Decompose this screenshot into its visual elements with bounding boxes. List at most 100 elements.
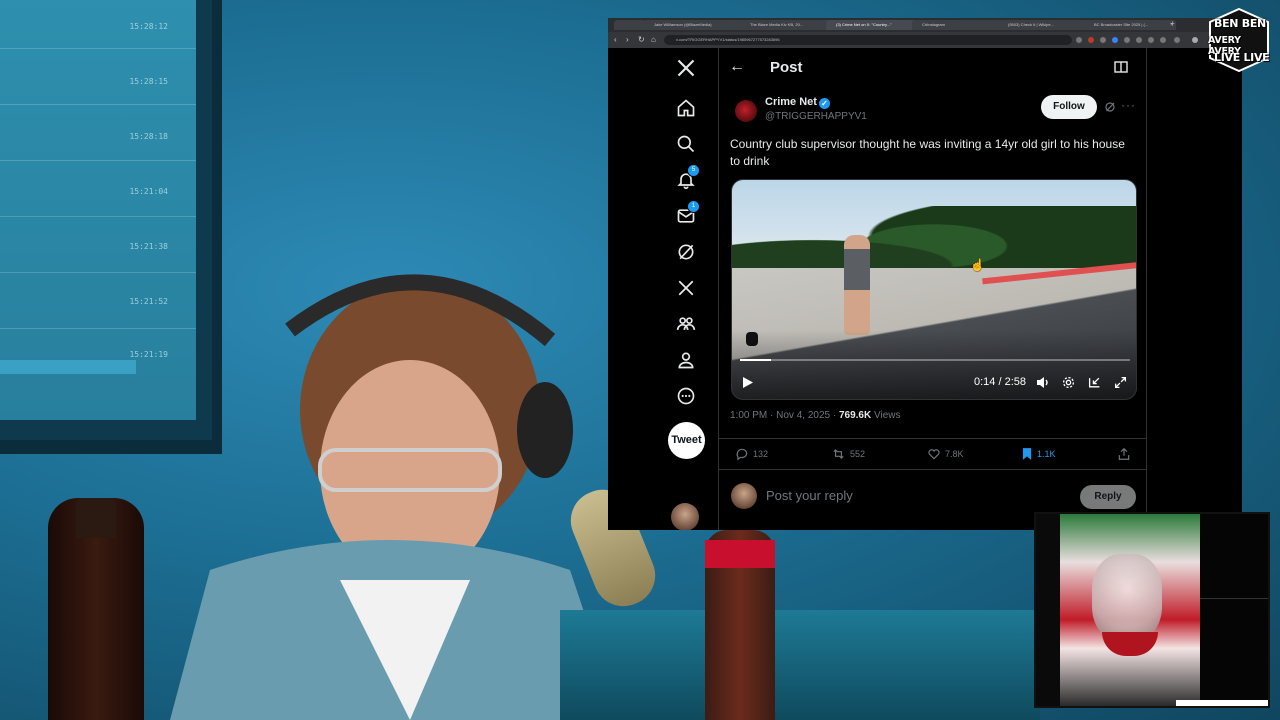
home-button-icon[interactable]: ⌂: [651, 35, 656, 44]
play-icon[interactable]: [742, 376, 754, 389]
tab-crime-net[interactable]: (3) Crime Net on X: "Country..."✕: [826, 20, 918, 30]
notifications-icon[interactable]: 5: [674, 164, 700, 192]
video-timestamp: 0:14 / 2:58: [974, 376, 1026, 388]
extension-icon[interactable]: [1076, 37, 1082, 43]
bookmark-action[interactable]: 1.1K: [1021, 447, 1056, 461]
premium-x-icon[interactable]: [674, 276, 698, 300]
more-options-icon[interactable]: [674, 384, 698, 408]
account-avatar[interactable]: [671, 503, 699, 530]
volume-icon[interactable]: [1036, 376, 1050, 389]
video-frame-person: [844, 235, 870, 335]
view-count: 769.6K: [838, 410, 872, 421]
grok-explain-icon[interactable]: [1104, 101, 1116, 113]
back-arrow-icon[interactable]: ‹: [614, 35, 617, 44]
tab-label: BC Broadcaster Site 2025 | (...: [1094, 22, 1149, 27]
overlay-dark-panel: [1200, 514, 1268, 706]
monitor-row-divider: [0, 48, 196, 49]
author-name-text: Crime Net: [765, 96, 817, 108]
bottle-neck: [76, 498, 116, 538]
heart-icon: [928, 449, 940, 460]
tab-kiv-kb[interactable]: The Blaze Media Kiv KB, 20...✕: [740, 20, 832, 30]
browser-window: Jake Williamson (@BlazeMedia)✕ The Blaze…: [608, 18, 1242, 530]
reload-icon[interactable]: ↻: [638, 35, 645, 44]
communities-icon[interactable]: [674, 312, 698, 336]
video-controls-shade: [732, 330, 1136, 399]
x-logo-icon[interactable]: [674, 56, 698, 80]
overlay-video-thumbnail: [1034, 512, 1270, 708]
share-action[interactable]: [1117, 447, 1131, 461]
monitor-progress-bar: [0, 360, 136, 374]
extension-icon[interactable]: [1174, 37, 1180, 43]
forward-arrow-icon[interactable]: ›: [626, 35, 629, 44]
like-action[interactable]: 7.8K: [927, 447, 964, 461]
search-icon[interactable]: [674, 132, 698, 156]
post-text: Country club supervisor thought he was i…: [730, 137, 1125, 168]
page-title: Post: [770, 59, 803, 76]
verified-badge-icon: ✓: [818, 98, 830, 109]
streamer-silhouette: [170, 274, 620, 720]
author-name[interactable]: Crime Net ✓: [765, 96, 830, 109]
extension-icon[interactable]: [1148, 37, 1154, 43]
tweet-button[interactable]: Tweet: [668, 422, 705, 459]
views-label: Views: [874, 410, 901, 421]
url-field[interactable]: x.com/TRIGGERHAPPYV1/status/198596727757…: [664, 35, 1072, 45]
tab-blaze-media[interactable]: Jake Williamson (@BlazeMedia)✕: [644, 20, 746, 30]
post-more-icon[interactable]: ···: [1121, 98, 1136, 112]
picture-in-picture-icon[interactable]: [1088, 376, 1101, 389]
new-tab-icon[interactable]: +: [1170, 19, 1175, 28]
repost-icon: [833, 449, 844, 459]
reply-icon: [736, 448, 748, 461]
tab-wikipedia[interactable]: (5503) Check It | Wikipe...✕: [998, 20, 1090, 30]
profile-menu-icon[interactable]: [1192, 37, 1198, 43]
post-actions-bar: 132 552 7.8K 1.1K: [719, 438, 1146, 470]
reply-button[interactable]: Reply: [1080, 485, 1136, 509]
notification-count-badge: 5: [687, 164, 700, 177]
message-count-badge: 1: [687, 200, 700, 213]
monitor-row-divider: [0, 160, 196, 161]
grok-icon[interactable]: [674, 240, 698, 264]
hand-cursor-icon: ☝: [970, 258, 985, 272]
extension-icon[interactable]: [1160, 37, 1166, 43]
bookmark-count: 1.1K: [1037, 449, 1056, 459]
back-arrow-icon[interactable]: ←: [729, 58, 745, 76]
post-metadata: 1:00 PM · Nov 4, 2025 · 769.6K Views: [730, 410, 901, 421]
extension-icon[interactable]: [1100, 37, 1106, 43]
post-time[interactable]: 1:00 PM: [730, 410, 767, 421]
post-date[interactable]: Nov 4, 2025: [776, 410, 830, 421]
x-sidebar: 5 1 Tweet: [608, 48, 719, 530]
reply-action[interactable]: 132: [735, 447, 768, 461]
fullscreen-icon[interactable]: [1114, 376, 1127, 389]
home-icon[interactable]: [674, 96, 698, 120]
tab-pinned[interactable]: [614, 20, 646, 30]
repost-action[interactable]: 552: [831, 447, 865, 461]
x-page: 5 1 Tweet ← Post Crime Net ✓ @TRIGGERHAP…: [608, 48, 1242, 530]
extension-icon[interactable]: [1124, 37, 1130, 43]
reply-input[interactable]: Post your reply: [766, 488, 853, 503]
monitor-row-divider: [0, 216, 196, 217]
extension-icon[interactable]: [1136, 37, 1142, 43]
messages-icon[interactable]: 1: [674, 200, 700, 228]
logo-text-line: BEN BEN: [1214, 17, 1266, 30]
tab-label: The Blaze Media Kiv KB, 20...: [750, 22, 804, 27]
share-icon: [1118, 447, 1130, 460]
tab-label: Jake Williamson (@BlazeMedia): [654, 22, 712, 27]
soda-bottle-label: [705, 540, 775, 568]
extension-icon[interactable]: [1088, 37, 1094, 43]
profile-icon[interactable]: [674, 348, 698, 372]
extension-icon[interactable]: [1112, 37, 1118, 43]
logo-text-line: LIVE LIVE: [1214, 51, 1270, 64]
desk: [560, 610, 1040, 720]
tab-instagram[interactable]: ChInstagram✕: [912, 20, 1004, 30]
tab-broadcaster-site[interactable]: BC Broadcaster Site 2025 | (... ✕: [1084, 20, 1176, 30]
settings-gear-icon[interactable]: [1062, 376, 1075, 389]
tab-label: (5503) Check It | Wikipe...: [1008, 22, 1054, 27]
author-handle[interactable]: @TRIGGERHAPPYV1: [765, 111, 867, 122]
reader-mode-icon[interactable]: [1114, 61, 1128, 73]
video-progress-bar[interactable]: [740, 359, 1130, 361]
author-avatar[interactable]: [735, 100, 757, 122]
monitor-row-divider: [0, 104, 196, 105]
overlay-divider: [1200, 598, 1268, 599]
overlay-art-face: [1092, 554, 1162, 642]
video-player[interactable]: 0:14 / 2:58: [731, 179, 1137, 400]
follow-button[interactable]: Follow: [1041, 95, 1097, 119]
